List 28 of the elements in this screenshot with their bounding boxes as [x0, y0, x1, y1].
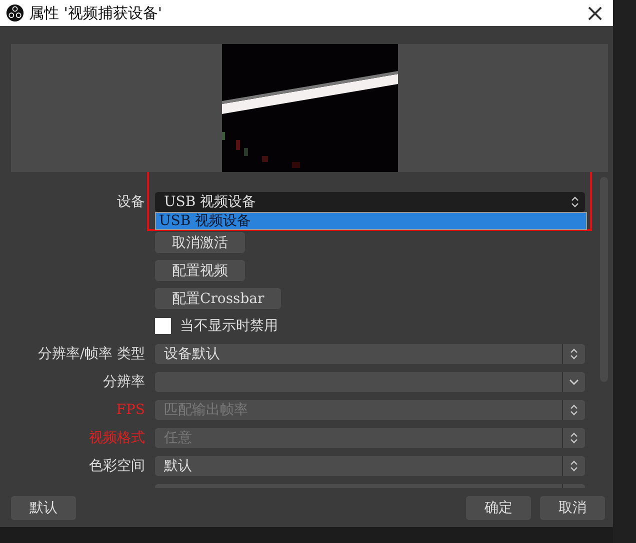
field-label: 设备	[117, 194, 145, 210]
field-label: FPS	[116, 402, 145, 418]
up-down-arrow-icon	[570, 348, 578, 360]
app-logo-icon	[6, 4, 24, 22]
field-label: 视频格式	[89, 430, 145, 446]
close-button[interactable]: ×	[577, 0, 613, 26]
defaults-button[interactable]: 默认	[11, 496, 76, 520]
field-label: 分辨率	[103, 374, 145, 390]
up-down-arrow-icon	[571, 196, 579, 208]
device-dropdown[interactable]: USB 视频设备	[155, 192, 585, 212]
spinner-field[interactable]: 设备默认	[155, 344, 585, 364]
up-down-arrow-icon	[570, 432, 578, 444]
spinner-field[interactable]: 默认	[155, 456, 585, 476]
action-button[interactable]: 取消激活	[155, 232, 245, 253]
field-label: 色彩空间	[89, 458, 145, 474]
chevron-down-icon	[569, 379, 579, 385]
checkbox[interactable]	[155, 318, 171, 334]
checkbox-label: 当不显示时禁用	[180, 317, 278, 335]
up-down-arrow-icon	[570, 460, 578, 472]
field-label: 分辨率/帧率 类型	[38, 346, 145, 362]
window-title: 属性 '视频捕获设备'	[29, 4, 164, 22]
up-down-arrow-icon	[570, 404, 578, 416]
dropdown-field[interactable]	[155, 372, 585, 392]
action-button[interactable]: 配置视频	[155, 260, 245, 281]
ok-button[interactable]: 确定	[466, 496, 531, 520]
dropdown-option[interactable]: USB 视频设备	[156, 213, 586, 229]
cancel-button[interactable]: 取消	[540, 496, 605, 520]
action-button[interactable]: 配置Crossbar	[155, 288, 282, 309]
